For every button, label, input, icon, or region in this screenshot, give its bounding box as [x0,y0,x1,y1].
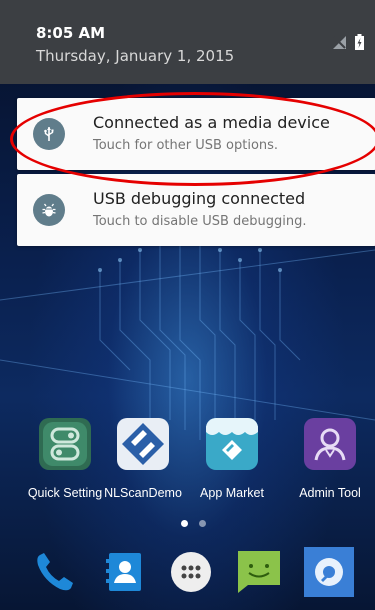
app-label: Admin Tool [299,486,361,500]
notification-shade-header: 8:05 AM Thursday, January 1, 2015 [0,0,375,84]
page-indicator [199,520,206,527]
app-app-market[interactable]: App Market [187,418,277,500]
page-indicator-active [181,520,188,527]
contacts-icon[interactable] [100,547,150,597]
red-highlight-ellipse [10,92,375,186]
app-quick-setting[interactable]: Quick Setting [20,418,110,500]
clock-date: Thursday, January 1, 2015 [36,47,235,65]
app-drawer-icon[interactable] [166,547,216,597]
no-signal-icon [333,36,346,49]
battery-charging-icon [355,34,364,50]
app-nlscan-demo[interactable]: NLScanDemo [98,418,188,500]
app-market-icon [206,418,258,470]
admin-tool-icon [304,418,356,470]
app-label: App Market [200,486,264,500]
messaging-icon[interactable] [234,547,284,597]
phone-icon[interactable] [30,547,80,597]
android-bug-icon [33,194,65,226]
clock-time: 8:05 AM [36,24,106,42]
quick-setting-icon [39,418,91,470]
app-admin-tool[interactable]: Admin Tool [285,418,375,500]
notification-subtitle: Touch to disable USB debugging. [93,214,307,229]
nlscan-demo-icon [117,418,169,470]
app-label: Quick Setting [27,486,103,500]
notification-title: USB debugging connected [93,189,306,208]
browser-icon[interactable] [304,547,354,597]
app-label: NLScanDemo [104,486,182,500]
